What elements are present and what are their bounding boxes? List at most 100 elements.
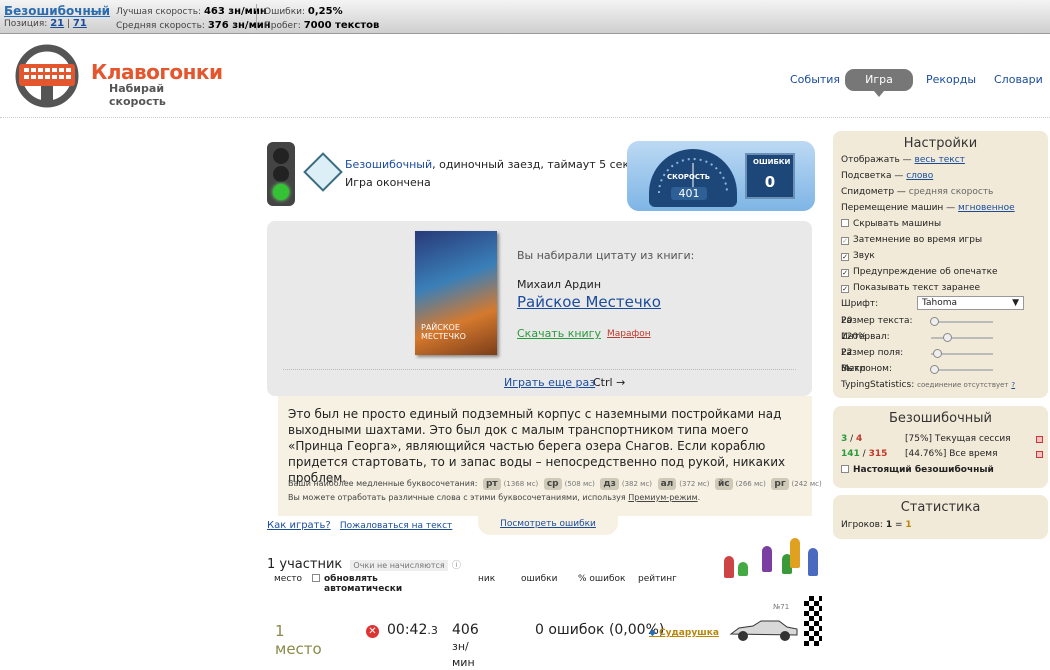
- speed-stats: Лучшая скорость: 463 зн/мин Средняя скор…: [116, 5, 271, 33]
- warn-option[interactable]: ✓ Предупреждение об опечатке: [841, 267, 998, 277]
- stats-title: Статистика: [900, 500, 981, 515]
- metronome-slider[interactable]: [930, 365, 993, 374]
- premium-end: .: [697, 493, 701, 502]
- result-speed-value: 406: [452, 622, 479, 638]
- view-errors-tab: Посмотреть ошибки: [478, 513, 618, 535]
- play-again-link[interactable]: Играть еще раз: [504, 376, 595, 389]
- combo-key: рт: [482, 478, 501, 490]
- auto-update-toggle[interactable]: обновлять автоматически: [312, 574, 402, 594]
- combo-key: дз: [600, 478, 619, 490]
- nav-events[interactable]: События: [790, 73, 840, 86]
- mode-user-link[interactable]: Безошибочный: [345, 158, 432, 171]
- settings-panel: Настройки Отображать — весь текст Подсве…: [833, 131, 1048, 398]
- result-nick-text: Сударушка: [659, 628, 719, 638]
- book-title-link[interactable]: Райское Местечко: [517, 293, 661, 311]
- book-quote-box: РАЙСКОЕ МЕСТЕЧКО Вы набирали цитату из к…: [267, 221, 812, 396]
- result-time: 00:42.3: [387, 622, 438, 638]
- site-logo[interactable]: Клавогонки Набирай скорость: [5, 44, 223, 108]
- sound-option[interactable]: ✓ Звук: [841, 251, 875, 261]
- combo-ms: (1368 мс): [503, 480, 539, 488]
- col-error-pct: % ошибок: [578, 574, 626, 584]
- slow-combos: Ваши наиболее медленные буквосочетания: …: [288, 478, 822, 490]
- hide-cars-label: Скрывать машины: [853, 219, 942, 229]
- mileage-label: Пробег:: [264, 21, 301, 31]
- position-link-a[interactable]: 21: [50, 18, 64, 29]
- game-mode: Безошибочный, одиночный заезд, таймаут 5…: [345, 158, 629, 171]
- info-icon[interactable]: ⓘ: [452, 561, 461, 571]
- errors-box-value: 0: [764, 173, 776, 191]
- download-book-link[interactable]: Скачать книгу: [517, 327, 601, 340]
- real-errorless-option[interactable]: Настоящий безошибочный: [841, 465, 994, 475]
- result-place: 1 место: [275, 622, 322, 658]
- reset-session-icon[interactable]: [1036, 436, 1043, 443]
- sound-checkbox[interactable]: ✓: [841, 253, 849, 261]
- field-slider[interactable]: [931, 349, 993, 358]
- premium-link[interactable]: Премиум-режим: [628, 493, 697, 502]
- typingstats-label: TypingStatistics:: [841, 380, 915, 390]
- result-nick[interactable]: ◆ Сударушка: [649, 628, 719, 638]
- players-count: 1 участник Очки не начисляются ⓘ: [267, 557, 461, 572]
- move-value[interactable]: мгновенное: [958, 203, 1015, 213]
- dim-option[interactable]: ✓ Затемнение во время игры: [841, 235, 982, 245]
- position-link-b[interactable]: 71: [73, 18, 87, 29]
- warn-checkbox[interactable]: ✓: [841, 269, 849, 277]
- view-errors-link[interactable]: Посмотреть ошибки: [500, 519, 596, 529]
- result-speed: 406 зн/мин: [452, 622, 479, 670]
- speedo-setting: Спидометр — средняя скорость: [841, 187, 993, 197]
- typingstats-value: соединение отсутствует: [917, 381, 1009, 389]
- alltime-text: [44.76%] Все время: [905, 449, 998, 459]
- cancel-icon[interactable]: ✕: [366, 625, 379, 638]
- nav-dicts[interactable]: Словари: [994, 73, 1043, 86]
- hide-cars-checkbox[interactable]: [841, 219, 849, 227]
- speedo-value[interactable]: средняя скорость: [909, 187, 994, 197]
- hide-cars-option[interactable]: Скрывать машины: [841, 219, 941, 229]
- game-header: Безошибочный, одиночный заезд, таймаут 5…: [265, 140, 815, 211]
- how-to-play-link[interactable]: Как играть?: [267, 520, 331, 531]
- metronome-value: Выкл: [841, 364, 866, 374]
- show-text-option[interactable]: ✓ Показывать текст заранее: [841, 283, 980, 293]
- result-time-main: 00:42: [387, 622, 428, 638]
- stats-panel: Статистика Игроков: 1 = 1: [833, 495, 1048, 539]
- highlight-value[interactable]: слово: [906, 171, 933, 181]
- sound-label: Звук: [853, 251, 875, 261]
- marathon-link[interactable]: Марафон: [607, 329, 651, 339]
- result-errors: 0 ошибок (0,00%): [535, 622, 665, 638]
- errors-box-label: ОШИБКИ: [753, 158, 791, 166]
- real-errorless-checkbox[interactable]: [841, 465, 849, 473]
- nav-game[interactable]: Игра: [845, 69, 913, 97]
- chevron-down-icon: ▼: [1012, 298, 1019, 308]
- typingstats-help[interactable]: ?: [1011, 381, 1015, 389]
- cover-title: РАЙСКОЕ МЕСТЕЧКО: [421, 323, 466, 341]
- display-value[interactable]: весь текст: [915, 155, 965, 165]
- combo-ms: (508 мс): [564, 480, 595, 488]
- auto-update-checkbox[interactable]: [312, 574, 320, 582]
- book-cover[interactable]: РАЙСКОЕ МЕСТЕЧКО: [415, 231, 497, 355]
- show-text-checkbox[interactable]: ✓: [841, 285, 849, 293]
- avatars-illustration: [720, 536, 820, 582]
- session-row: 3 / 4 [75%] Текущая сессия: [841, 434, 1011, 444]
- road-sign-icon: [303, 152, 343, 192]
- speed-label: СКОРОСТЬ: [667, 173, 711, 181]
- interval-value: 120%: [841, 332, 867, 342]
- combo-key: ср: [543, 478, 562, 490]
- players-stat-a: 1: [885, 520, 893, 530]
- mileage-value: 7000 текстов: [303, 20, 380, 31]
- font-select[interactable]: Tahoma ▼: [917, 296, 1024, 310]
- speedometer: СКОРОСТЬ 401 ОШИБКИ 0: [627, 141, 815, 211]
- avg-speed-value: 376 зн/мин: [207, 20, 271, 31]
- mode-description: , одиночный заезд, таймаут 5 сек: [432, 158, 630, 171]
- dim-checkbox[interactable]: ✓: [841, 237, 849, 245]
- reset-alltime-icon[interactable]: [1036, 451, 1043, 458]
- best-speed-label: Лучшая скорость:: [116, 7, 202, 17]
- play-again-hotkey: Ctrl →: [593, 376, 626, 389]
- position-info: Позиция: 21 | 71: [4, 18, 87, 29]
- combo-ms: (372 мс): [679, 480, 710, 488]
- speedo-label: Спидометр —: [841, 187, 906, 197]
- errorless-panel: Безошибочный 3 / 4 [75%] Текущая сессия …: [833, 406, 1048, 488]
- nav-records[interactable]: Рекорды: [926, 73, 976, 86]
- size-slider[interactable]: [930, 317, 993, 326]
- premium-text: Вы можете отработать различные слова с э…: [288, 493, 626, 502]
- complain-link[interactable]: Пожаловаться на текст: [340, 521, 452, 531]
- combo-key: йс: [715, 478, 733, 490]
- interval-slider[interactable]: [931, 333, 993, 342]
